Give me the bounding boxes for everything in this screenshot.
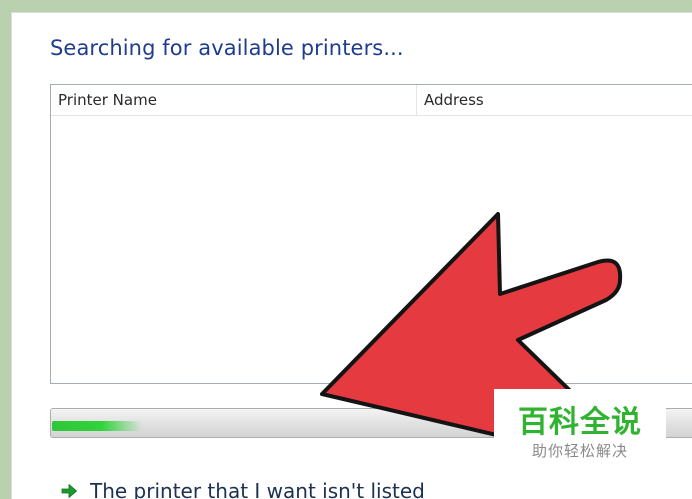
watermark: 百科全说 助你轻松解决 — [494, 389, 666, 471]
watermark-title: 百科全说 — [518, 405, 642, 440]
watermark-subtitle: 助你轻松解决 — [531, 442, 628, 460]
